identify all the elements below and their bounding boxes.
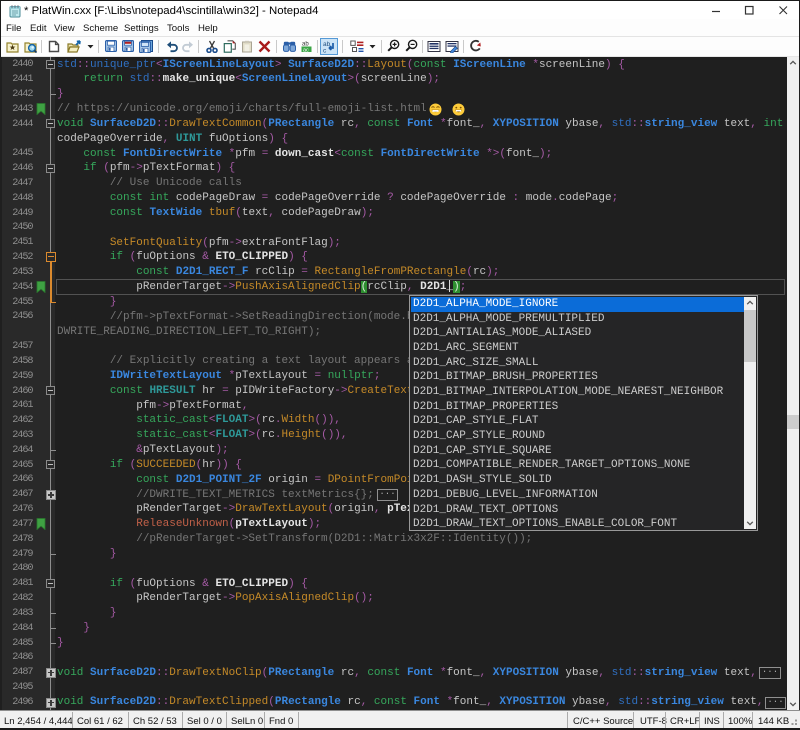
svg-text:c: c [323, 48, 327, 54]
svg-text:ac: ac [303, 47, 309, 53]
